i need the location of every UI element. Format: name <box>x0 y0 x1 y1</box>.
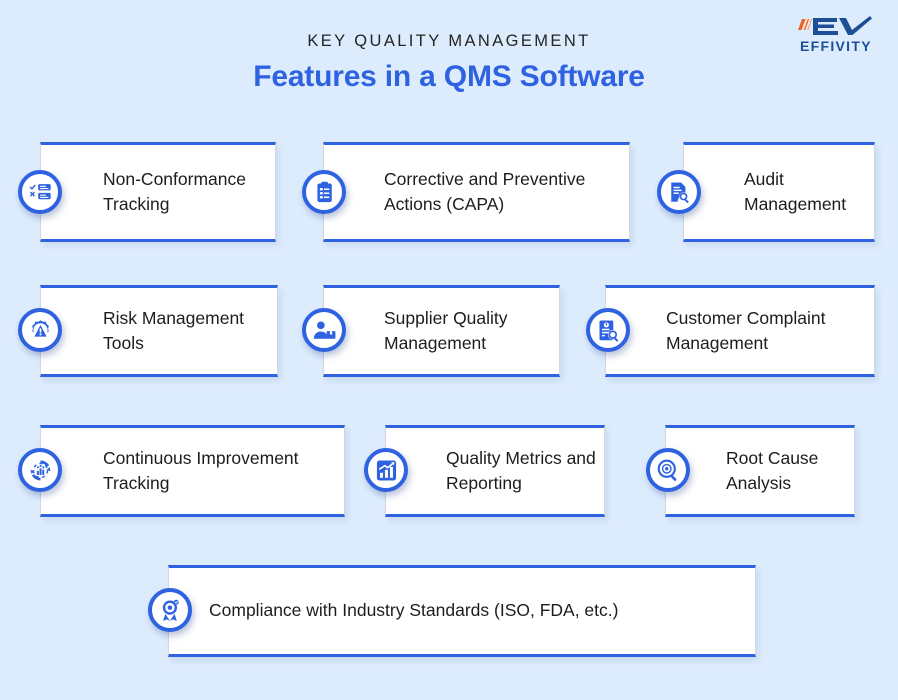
feature-card-audit-management[interactable]: Audit Management <box>683 142 875 242</box>
complaint-search-icon <box>586 308 630 352</box>
supplier-person-box-icon <box>302 308 346 352</box>
cycle-chart-icon <box>18 448 62 492</box>
feature-card-label: Root Cause Analysis <box>726 447 819 493</box>
feature-card-non-conformance-tracking[interactable]: Non-Conformance Tracking <box>40 142 276 242</box>
gear-warning-icon <box>18 308 62 352</box>
feature-card-customer-complaint-management[interactable]: Customer Complaint Management <box>605 285 875 377</box>
feature-card-root-cause-analysis[interactable]: Root Cause Analysis <box>665 425 855 517</box>
page-title: Features in a QMS Software <box>253 60 645 93</box>
feature-card-label: Continuous Improvement Tracking <box>103 447 299 493</box>
feature-card-supplier-quality-management[interactable]: Supplier Quality Management <box>323 285 560 377</box>
magnifier-target-icon <box>646 448 690 492</box>
feature-card-label: Corrective and Preventive Actions (CAPA) <box>384 168 586 214</box>
effivity-logo-icon: EFFIVITY <box>798 16 872 54</box>
award-ribbon-icon <box>148 588 192 632</box>
bar-chart-trend-icon <box>364 448 408 492</box>
feature-card-risk-management-tools[interactable]: Risk Management Tools <box>40 285 278 377</box>
feature-card-label: Customer Complaint Management <box>666 307 826 353</box>
feature-card-capa[interactable]: Corrective and Preventive Actions (CAPA) <box>323 142 630 242</box>
header: KEY QUALITY MANAGEMENT Features in a QMS… <box>0 0 898 120</box>
feature-card-label: Compliance with Industry Standards (ISO,… <box>209 600 619 621</box>
eyebrow-title: KEY QUALITY MANAGEMENT <box>307 32 591 50</box>
feature-card-label: Risk Management Tools <box>103 307 245 353</box>
feature-card-continuous-improvement-tracking[interactable]: Continuous Improvement Tracking <box>40 425 345 517</box>
feature-card-quality-metrics-and-reporting[interactable]: Quality Metrics and Reporting <box>385 425 605 517</box>
feature-card-label: Audit Management <box>744 168 847 214</box>
document-search-icon <box>657 170 701 214</box>
logo-wordmark: EFFIVITY <box>800 38 872 54</box>
feature-card-label: Supplier Quality Management <box>384 307 508 353</box>
feature-card-label: Non-Conformance Tracking <box>103 168 246 214</box>
effivity-logo[interactable]: EFFIVITY <box>792 13 884 55</box>
checklist-icon <box>18 170 62 214</box>
clipboard-icon <box>302 170 346 214</box>
feature-card-label: Quality Metrics and Reporting <box>446 447 596 493</box>
feature-card-compliance-with-industry-standards[interactable]: Compliance with Industry Standards (ISO,… <box>168 565 756 657</box>
